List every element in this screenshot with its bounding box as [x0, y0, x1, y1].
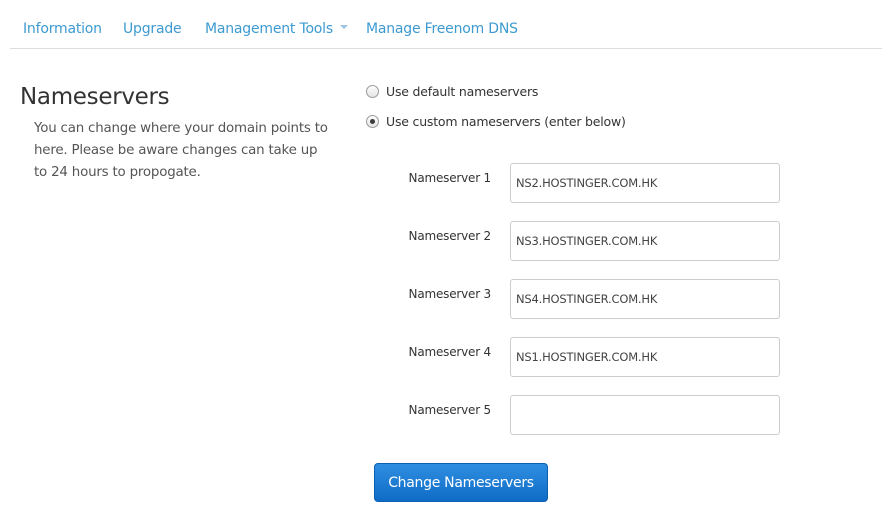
radio-custom-indicator[interactable] [366, 115, 379, 128]
nameserver-5-input[interactable] [510, 395, 780, 435]
caret-down-icon [339, 25, 348, 29]
change-nameservers-button[interactable]: Change Nameservers [374, 463, 548, 502]
domain-tabs: Information Upgrade Management Tools Man… [10, 0, 882, 49]
radio-default-indicator[interactable] [366, 85, 379, 98]
page-title: Nameservers [20, 84, 170, 110]
tab-upgrade[interactable]: Upgrade [123, 21, 182, 37]
radio-custom-label: Use custom nameservers (enter below) [386, 114, 626, 129]
radio-default-label: Use default nameservers [386, 84, 539, 99]
section-description: You can change where your domain points … [34, 121, 328, 180]
nameserver-2-input[interactable] [510, 221, 780, 261]
nameserver-3-label: Nameserver 3 [408, 287, 492, 301]
nameserver-2-label: Nameserver 2 [408, 229, 492, 243]
nameserver-3-input[interactable] [510, 279, 780, 319]
tab-management-tools[interactable]: Management Tools [205, 21, 348, 37]
radio-custom-nameservers[interactable]: Use custom nameservers (enter below) [366, 114, 626, 129]
nameserver-4-input[interactable] [510, 337, 780, 377]
nameserver-1-label: Nameserver 1 [408, 171, 492, 185]
radio-default-nameservers[interactable]: Use default nameservers [366, 84, 538, 99]
tab-management-tools-label: Management Tools [205, 21, 333, 37]
nameserver-1-input[interactable] [510, 163, 780, 203]
nameserver-5-label: Nameserver 5 [408, 403, 492, 417]
tab-information[interactable]: Information [23, 21, 102, 37]
tab-manage-freenom-dns[interactable]: Manage Freenom DNS [366, 21, 518, 37]
nameserver-4-label: Nameserver 4 [408, 345, 492, 359]
